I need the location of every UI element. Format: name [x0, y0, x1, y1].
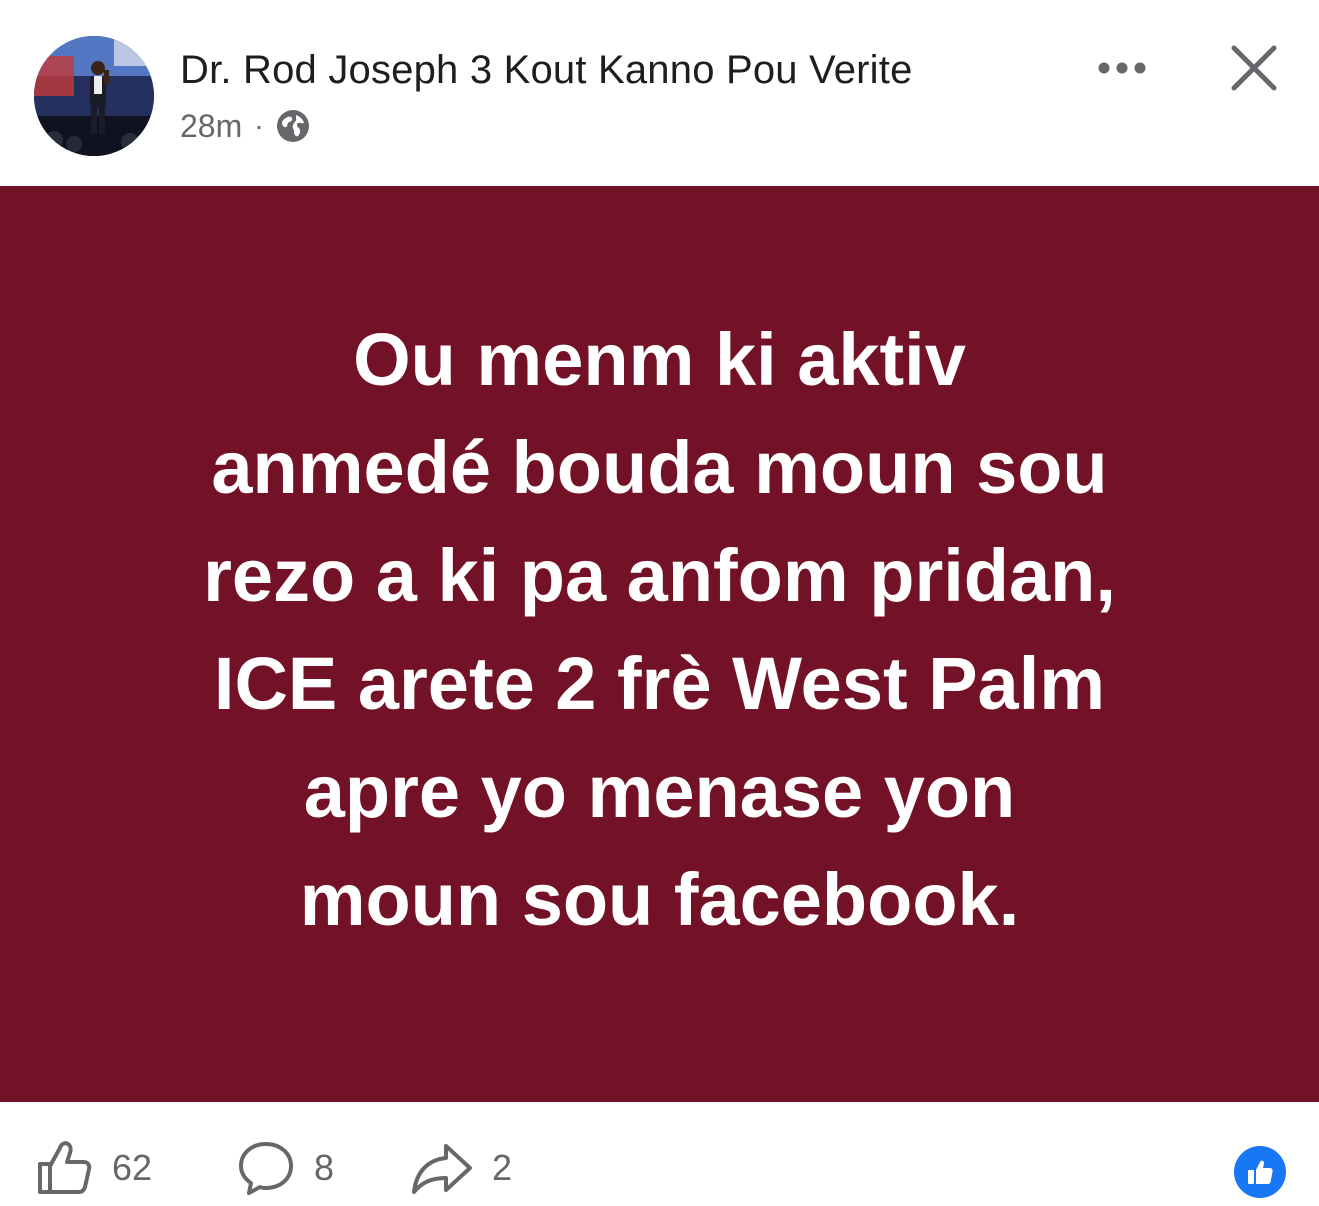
share-button[interactable]: 2 — [410, 1136, 512, 1200]
post-text-line: apre yo menase yon — [303, 750, 1016, 833]
post-text-line: ICE arete 2 frè West Palm — [213, 642, 1106, 725]
ellipsis-icon — [1098, 62, 1146, 74]
comment-button[interactable]: 8 — [236, 1136, 334, 1200]
like-count: 62 — [112, 1147, 153, 1188]
share-count: 2 — [492, 1147, 513, 1188]
globe-icon[interactable] — [276, 109, 310, 143]
like-reaction-icon[interactable] — [1234, 1146, 1286, 1198]
post-text-line: moun sou facebook. — [299, 858, 1020, 941]
comment-count: 8 — [314, 1147, 335, 1188]
share-icon — [412, 1144, 472, 1194]
thumbs-up-icon — [38, 1141, 92, 1194]
post-footer: 62 8 2 — [0, 1102, 1319, 1206]
thumbs-up-icon — [1248, 1160, 1273, 1184]
post-text: Ou menm ki aktiv anmedé bouda moun sou r… — [60, 306, 1260, 954]
post-text-line: rezo a ki pa anfom pridan, — [203, 534, 1116, 617]
meta-separator: · — [254, 110, 264, 141]
post-timestamp[interactable]: 28m — [180, 108, 242, 145]
post-text-line: anmedé bouda moun sou — [211, 426, 1108, 509]
close-button[interactable] — [1226, 40, 1282, 96]
post-text-card[interactable]: Ou menm ki aktiv anmedé bouda moun sou r… — [0, 186, 1319, 1102]
close-icon — [1231, 45, 1277, 91]
like-button[interactable]: 62 — [34, 1136, 152, 1200]
post-meta: 28m · — [180, 104, 310, 148]
post-text-line: Ou menm ki aktiv — [353, 318, 966, 401]
author-avatar[interactable] — [34, 36, 154, 156]
post-header: Dr. Rod Joseph 3 Kout Kanno Pou Verite 2… — [0, 0, 1319, 186]
avatar-photo — [34, 36, 154, 156]
comment-icon — [239, 1142, 293, 1195]
author-name[interactable]: Dr. Rod Joseph 3 Kout Kanno Pou Verite — [180, 48, 913, 93]
more-options-button[interactable] — [1094, 50, 1150, 86]
